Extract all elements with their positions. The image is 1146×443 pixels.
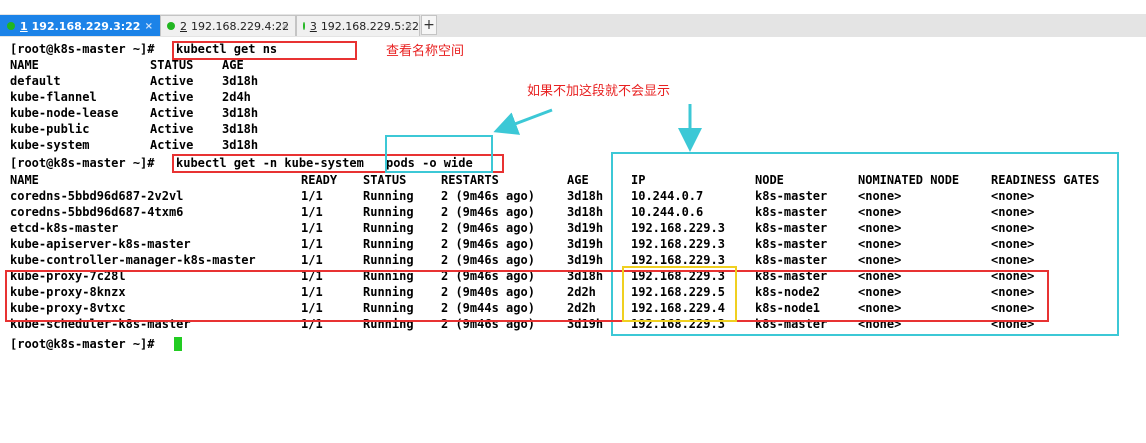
- annotation-arrows: [493, 104, 702, 152]
- arrow-to-kube-system: [493, 108, 553, 135]
